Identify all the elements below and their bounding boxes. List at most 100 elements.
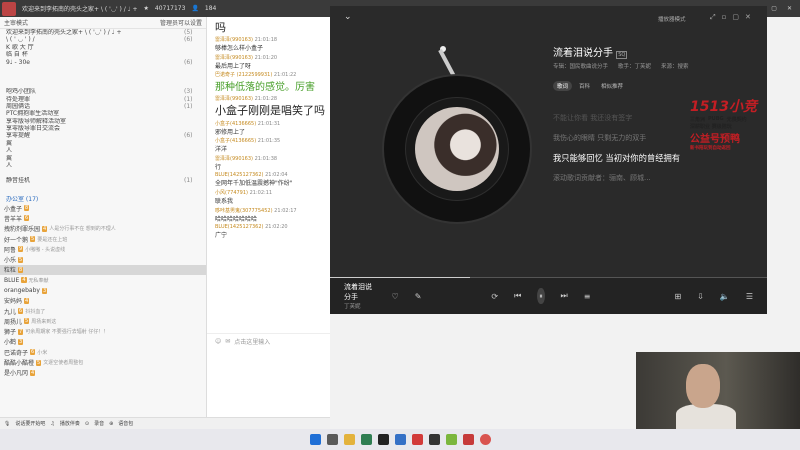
- chat-message: 哆咔基男鬼(307775452) 21:02:17 哈哈哈哈哈哈哈: [215, 207, 330, 223]
- tab-lyrics[interactable]: 歌词: [553, 81, 573, 91]
- user-item[interactable]: 酷酷小酷橙 5 文逐空使者周整包: [0, 357, 206, 367]
- user-name: orangebaby: [4, 287, 40, 294]
- channel-item[interactable]: 人: [0, 162, 206, 169]
- playlist-icon[interactable]: ☰: [746, 292, 753, 301]
- channel-item[interactable]: 待处理罪 (1): [0, 96, 206, 103]
- explorer-icon[interactable]: [343, 434, 355, 445]
- netease-music-icon[interactable]: [479, 434, 491, 445]
- user-item[interactable]: 安妈妈 4: [0, 296, 206, 306]
- channel-item[interactable]: \ ( ' ◡ ' ) / (6): [0, 36, 206, 43]
- like-icon[interactable]: ♡: [392, 292, 399, 301]
- channel-item[interactable]: K 歌 大 厅: [0, 44, 206, 51]
- app-icon[interactable]: [462, 434, 474, 445]
- channel-item[interactable]: 咆鸡小团队 (3): [0, 88, 206, 95]
- collapse-icon[interactable]: ⌄: [344, 12, 352, 22]
- user-item[interactable]: 小盒子 8: [0, 203, 206, 213]
- user-item[interactable]: BLUE 4 无私奉献: [0, 275, 206, 285]
- volume-icon[interactable]: 🔈: [720, 292, 730, 301]
- chat-input[interactable]: 点击这里输入: [234, 337, 270, 346]
- channel-avatar[interactable]: [2, 1, 16, 16]
- voicepack-button[interactable]: 语音包: [118, 420, 133, 427]
- channel-item[interactable]: 享零版导罪日交流会: [0, 125, 206, 132]
- user-item[interactable]: 狮子 7 可余周期家 不要强行去辐射 仔仔！！: [0, 327, 206, 337]
- app-icon[interactable]: [394, 434, 406, 445]
- wechat-icon[interactable]: [445, 434, 457, 445]
- user-item[interactable]: 昔羊羊 6: [0, 213, 206, 223]
- message-text: 哈哈哈哈哈哈哈: [215, 215, 258, 223]
- windows-start-icon[interactable]: [309, 434, 321, 445]
- level-badge: 8: [18, 266, 24, 273]
- download-icon[interactable]: ⇩: [697, 292, 704, 301]
- voice-icon[interactable]: 🎙: [4, 421, 10, 427]
- user-item[interactable]: 粒粒 8: [0, 264, 206, 276]
- user-item[interactable]: orangebaby 3: [0, 285, 206, 295]
- channel-item[interactable]: [0, 81, 206, 88]
- loop-icon[interactable]: ⟳: [491, 292, 498, 301]
- level-badge: 9: [18, 246, 24, 253]
- app-icon[interactable]: [360, 434, 372, 445]
- channel-item[interactable]: [0, 73, 206, 80]
- channel-item[interactable]: 享零提醒 (6): [0, 132, 206, 139]
- share-icon[interactable]: ⊞: [674, 292, 681, 301]
- message-time: 21:01:31: [257, 120, 281, 127]
- channel-item[interactable]: [0, 184, 206, 191]
- channel-item[interactable]: [0, 169, 206, 176]
- voice-label[interactable]: 说话要开始吧: [15, 420, 45, 427]
- channel-item[interactable]: [0, 66, 206, 73]
- voicepack-icon[interactable]: ⊕: [109, 421, 113, 427]
- channel-item[interactable]: 欢迎来到李拓南的壳头之家+ \ ( '◡' ) / ♩ + (5): [0, 29, 206, 36]
- office-channel[interactable]: 办公室 (17): [0, 196, 206, 203]
- pause-icon[interactable]: ⏸: [537, 288, 545, 304]
- user-note: 小米: [37, 349, 48, 356]
- emoji-icon[interactable]: ☺: [215, 338, 221, 345]
- channel-item[interactable]: 9♩ - 30e (6): [0, 59, 206, 66]
- user-item[interactable]: 拽豹剂罪乐园 4 人是分行事不在 想到的不理人: [0, 224, 206, 234]
- tab-similar[interactable]: 相似推荐: [597, 81, 627, 91]
- player-mode[interactable]: 播放器模式: [658, 15, 686, 23]
- player-window-controls[interactable]: ⤢▫▢✕: [710, 13, 757, 22]
- channel-item[interactable]: 临 自 杯: [0, 51, 206, 58]
- steam-icon[interactable]: [377, 434, 389, 445]
- level-badge: 6: [24, 215, 30, 222]
- user-name: 昔羊羊: [4, 215, 23, 223]
- user-note: 小嗷嗷 - 头说虚线: [25, 246, 66, 253]
- app-icon[interactable]: [428, 434, 440, 445]
- maximize-icon[interactable]: ▢: [771, 5, 777, 12]
- message-time: 21:02:11: [249, 189, 273, 196]
- channel-item[interactable]: 人: [0, 147, 206, 154]
- user-name: 拽豹剂罪乐园: [4, 226, 41, 234]
- music-button[interactable]: 播放伴奏: [60, 420, 80, 427]
- channel-item[interactable]: 翼: [0, 140, 206, 147]
- channel-item[interactable]: 静音挂机 (1): [0, 177, 206, 184]
- record-icon[interactable]: ⊙: [85, 421, 89, 427]
- star-icon: ★: [143, 5, 149, 12]
- close-icon[interactable]: ✕: [787, 5, 792, 12]
- user-item[interactable]: 好一个鹅 5 要是还在上班: [0, 234, 206, 244]
- user-name: 安妈妈: [4, 298, 23, 306]
- user-item[interactable]: 九儿 6 抖抖血了: [0, 306, 206, 316]
- user-name: 周扬儿: [4, 318, 23, 326]
- channel-item[interactable]: 翼: [0, 155, 206, 162]
- prev-icon[interactable]: ⏮: [514, 291, 521, 301]
- gift-icon[interactable]: ✉: [225, 338, 230, 345]
- app-icon[interactable]: [411, 434, 423, 445]
- music-icon[interactable]: ♫: [50, 421, 54, 427]
- mode-label[interactable]: 主审模式: [4, 18, 28, 27]
- message-time: 21:01:20: [254, 54, 278, 61]
- channel-item[interactable]: 享零版导师解释活动室: [0, 118, 206, 125]
- user-item[interactable]: 阿鲁 9 小嗷嗷 - 头说虚线: [0, 244, 206, 254]
- channel-item[interactable]: PTC拥抱罪生活动室: [0, 110, 206, 117]
- user-item[interactable]: 小鹤 3: [0, 337, 206, 347]
- next-icon[interactable]: ⏭: [561, 291, 568, 301]
- search-icon[interactable]: [326, 434, 338, 445]
- channel-item[interactable]: 周园俩话 (1): [0, 103, 206, 110]
- tab-wiki[interactable]: 百科: [575, 81, 594, 91]
- message-text: 洋洋: [215, 146, 228, 154]
- comment-icon[interactable]: ✎: [415, 292, 422, 301]
- record-button[interactable]: 录音: [94, 420, 104, 427]
- user-item[interactable]: 小乐 5: [0, 254, 206, 264]
- list-icon[interactable]: ≡: [584, 292, 591, 301]
- user-item[interactable]: 巴诺奇子 6 小米: [0, 347, 206, 357]
- user-item[interactable]: 周扬儿 5 周扬来到这: [0, 316, 206, 326]
- user-item[interactable]: 是小凡冈 4: [0, 368, 206, 378]
